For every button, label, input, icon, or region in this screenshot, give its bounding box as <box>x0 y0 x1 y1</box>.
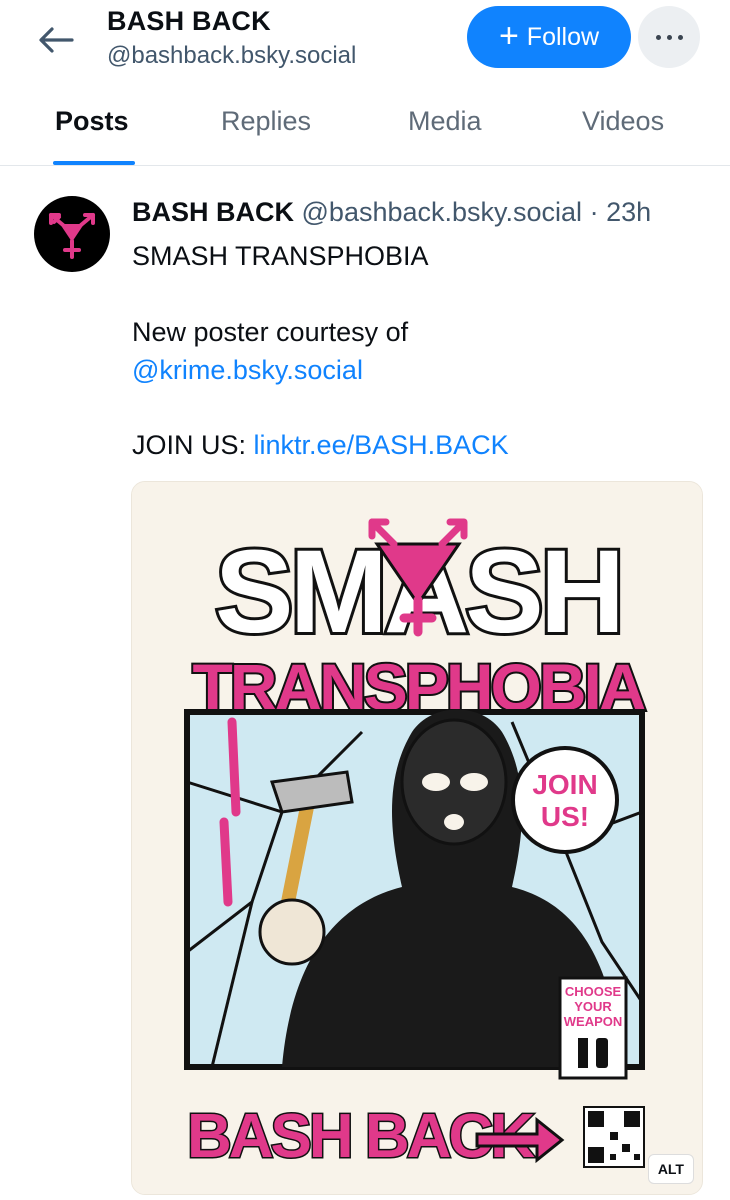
follow-button[interactable]: + Follow <box>467 6 631 68</box>
poster-bubble-line: US! <box>541 801 589 832</box>
post-header: BASH BACK @bashback.bsky.social · 23h <box>132 197 651 228</box>
back-button[interactable] <box>30 18 82 62</box>
post-author-handle[interactable]: @bashback.bsky.social <box>302 197 583 227</box>
post-author-name[interactable]: BASH BACK <box>132 197 294 227</box>
active-tab-indicator <box>53 161 135 165</box>
post-text-line: SMASH TRANSPHOBIA <box>132 241 429 271</box>
profile-title: BASH BACK <box>107 6 271 36</box>
plus-icon: + <box>498 16 519 55</box>
post-timestamp[interactable]: 23h <box>606 197 651 227</box>
post-text-line: New poster courtesy of <box>132 317 409 347</box>
trans-symbol-icon <box>49 213 95 259</box>
join-label: JOIN US: <box>132 430 247 460</box>
poster-bubble-line: JOIN <box>532 769 597 800</box>
profile-tabs: Posts Replies Media Videos <box>0 90 730 166</box>
profile-handle: @bashback.bsky.social <box>107 42 357 69</box>
feed-post[interactable]: BASH BACK @bashback.bsky.social · 23h SM… <box>0 167 730 1200</box>
poster-sign-line: WEAPON <box>564 1014 623 1029</box>
external-link[interactable]: linktr.ee/BASH.BACK <box>254 430 509 460</box>
dot-icon <box>677 34 683 40</box>
tab-media[interactable]: Media <box>408 106 482 137</box>
tab-posts[interactable]: Posts <box>55 106 129 137</box>
tab-replies[interactable]: Replies <box>221 106 311 137</box>
separator: · <box>589 197 599 227</box>
poster-artwork: SMASH TRANSPHOBIA <box>132 482 702 1194</box>
profile-header: BASH BACK @bashback.bsky.social + Follow <box>0 0 730 84</box>
tab-videos[interactable]: Videos <box>582 106 664 137</box>
poster-sign-line: CHOOSE <box>565 984 622 999</box>
dot-icon <box>666 34 672 40</box>
follow-label: Follow <box>526 22 600 51</box>
alt-text-badge[interactable]: ALT <box>647 1154 694 1184</box>
arrow-left-icon <box>39 27 74 53</box>
mention-link[interactable]: @krime.bsky.social <box>132 355 363 386</box>
post-text-line: JOIN US: linktr.ee/BASH.BACK <box>132 430 509 461</box>
avatar[interactable] <box>34 196 110 272</box>
post-image[interactable]: SMASH TRANSPHOBIA <box>131 481 703 1195</box>
qr-code-icon <box>583 1106 645 1168</box>
dot-icon <box>655 34 661 40</box>
poster-sign-line: YOUR <box>574 999 612 1014</box>
more-options-button[interactable] <box>638 6 700 68</box>
